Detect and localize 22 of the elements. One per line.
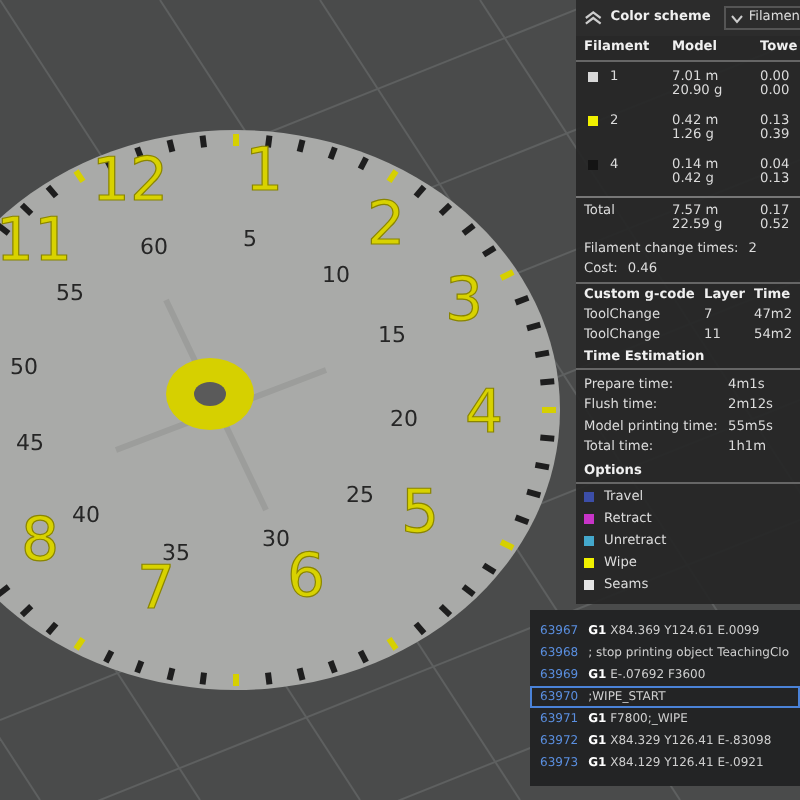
minute-numeral: 55 bbox=[56, 280, 84, 306]
minute-numeral: 15 bbox=[378, 322, 406, 348]
minute-numeral: 50 bbox=[10, 354, 38, 380]
hour-numeral: 6 bbox=[286, 542, 326, 612]
hour-numeral: 2 bbox=[366, 190, 406, 260]
collapse-icon[interactable] bbox=[584, 10, 603, 26]
caret-icon bbox=[730, 13, 745, 23]
minute-numeral: 20 bbox=[390, 406, 418, 432]
hour-numeral: 3 bbox=[444, 266, 484, 336]
hour-numeral: 12 bbox=[91, 146, 169, 216]
hour-numeral: 1 bbox=[244, 136, 284, 206]
hour-numeral: 5 bbox=[400, 478, 440, 548]
minute-numeral: 25 bbox=[346, 482, 374, 508]
minute-numeral: 40 bbox=[72, 502, 100, 528]
hour-numeral: 11 bbox=[0, 206, 73, 276]
hour-numeral: 8 bbox=[20, 506, 60, 576]
hour-numeral: 4 bbox=[464, 378, 504, 448]
minute-numeral: 45 bbox=[16, 430, 44, 456]
minute-numeral: 30 bbox=[262, 526, 290, 552]
minute-numeral: 60 bbox=[140, 234, 168, 260]
minute-numeral: 10 bbox=[322, 262, 350, 288]
minute-numeral: 5 bbox=[243, 226, 257, 252]
